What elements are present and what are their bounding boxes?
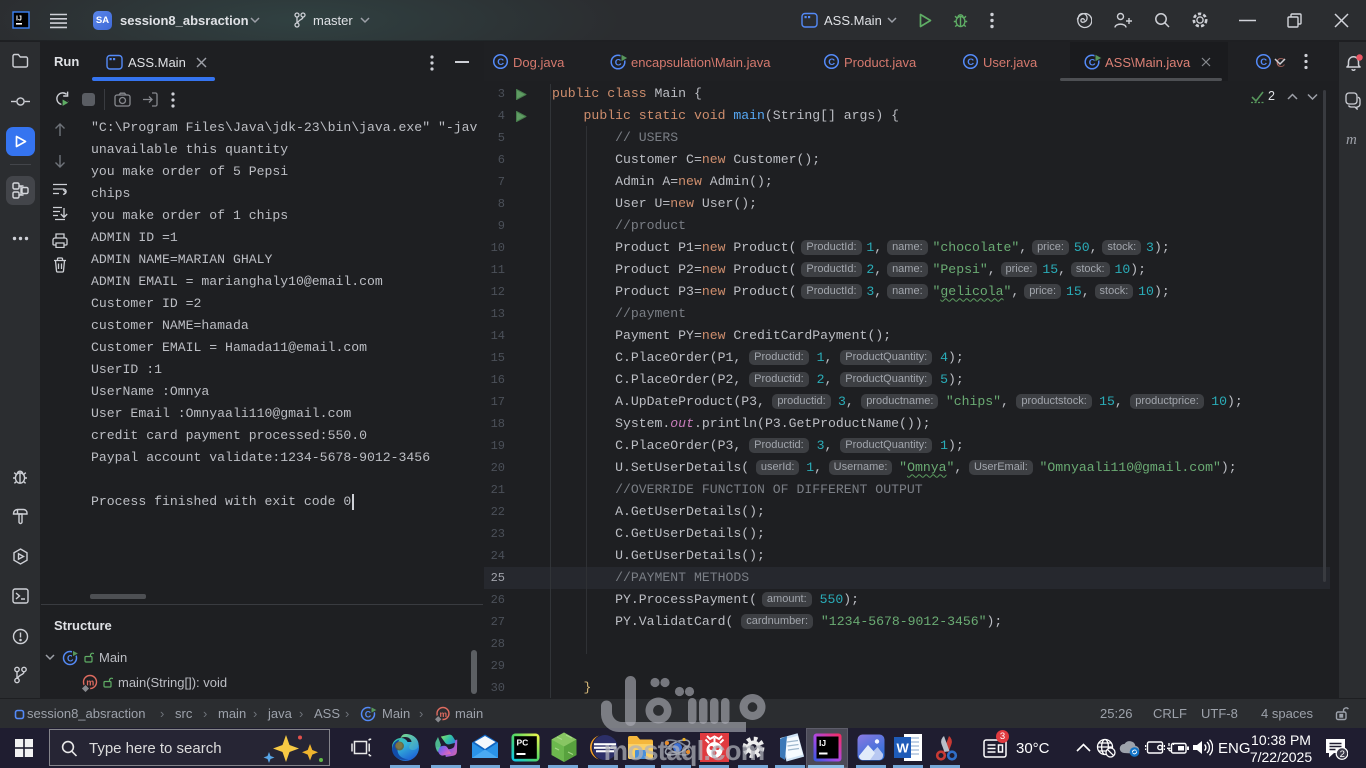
svg-text:mostaql.com: mostaql.com bbox=[604, 735, 765, 766]
svg-text:IJ: IJ bbox=[819, 738, 826, 748]
svg-text:2: 2 bbox=[1340, 749, 1345, 760]
svg-text:W: W bbox=[897, 741, 910, 756]
svg-text:IJ: IJ bbox=[16, 16, 22, 23]
svg-text:PC: PC bbox=[517, 738, 529, 748]
